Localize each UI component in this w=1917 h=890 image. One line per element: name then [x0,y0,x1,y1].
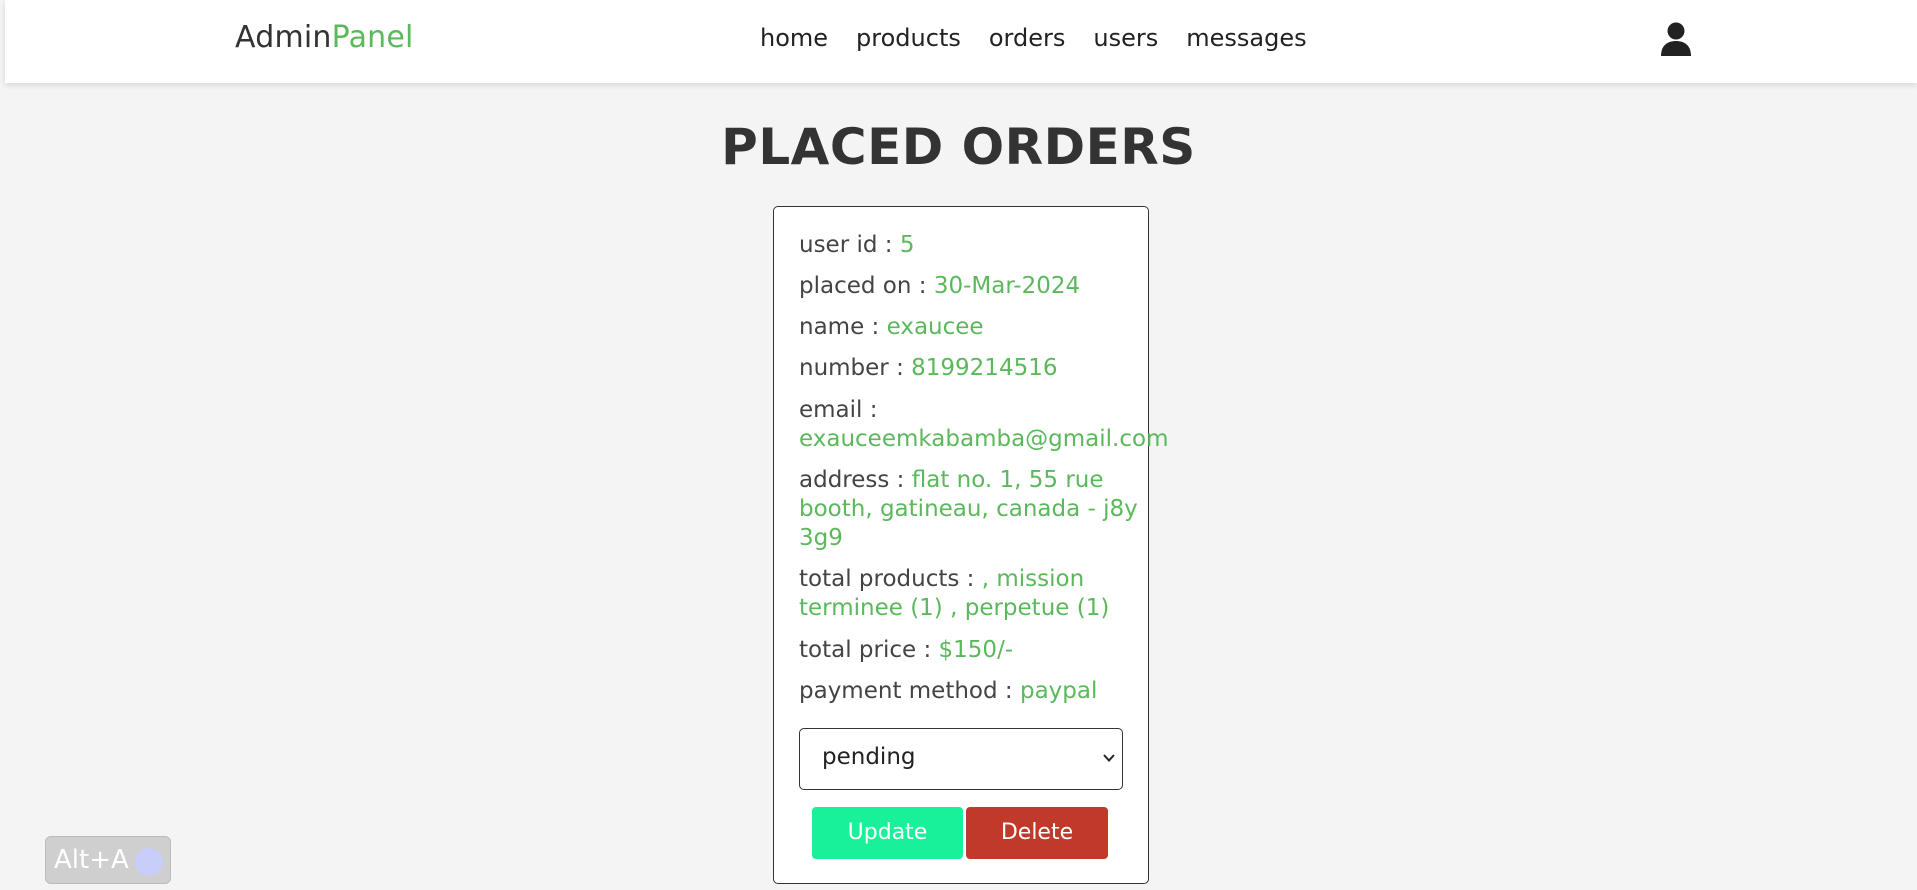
logo-main: Admin [235,20,332,55]
nav-orders[interactable]: orders [989,24,1066,52]
logo[interactable]: AdminPanel [235,20,414,55]
user-id-row: user id : 5 [799,231,914,260]
placed-on-value: 30-Mar-2024 [933,273,1081,299]
nav-users[interactable]: users [1093,24,1158,52]
number-value: 8199214516 [911,355,1058,381]
user-icon[interactable] [1660,22,1692,56]
name-value: exaucee [886,314,984,340]
nav-messages[interactable]: messages [1186,24,1306,52]
payment-method-label: payment method : [799,678,1020,704]
number-label: number : [799,355,912,381]
chevron-down-icon [1103,754,1115,762]
payment-method-value: paypal [1019,678,1098,704]
address-label: address : [799,467,912,493]
total-products-row: total products : , mission terminee (1) … [799,565,1139,623]
order-status-select[interactable]: pending [799,728,1123,790]
email-label: email : [799,397,878,423]
page-title: PLACED ORDERS [721,118,1196,176]
shortcut-label: Alt+A [54,845,129,875]
voice-icon [135,848,163,876]
placed-on-row: placed on : 30-Mar-2024 [799,272,1080,301]
header: AdminPanel home products orders users me… [5,0,1917,83]
name-label: name : [799,314,887,340]
shortcut-badge[interactable]: Alt+A [45,836,171,884]
email-value: exauceemkabamba@gmail.com [799,426,1169,452]
update-button[interactable]: Update [812,807,963,859]
order-status-value: pending [822,744,916,770]
number-row: number : 8199214516 [799,354,1057,383]
delete-button[interactable]: Delete [966,807,1108,859]
nav-products[interactable]: products [856,24,961,52]
nav-home[interactable]: home [760,24,828,52]
total-price-label: total price : [799,637,939,663]
total-products-label: total products : [799,566,982,592]
total-price-row: total price : $150/- [799,636,1013,665]
total-price-value: $150/- [938,637,1014,663]
payment-method-row: payment method : paypal [799,677,1097,706]
main-nav: home products orders users messages [760,24,1335,52]
address-row: address : flat no. 1, 55 rue booth, gati… [799,466,1139,553]
user-id-value: 5 [899,232,915,258]
placed-on-label: placed on : [799,273,934,299]
name-row: name : exaucee [799,313,984,342]
order-card: user id : 5 placed on : 30-Mar-2024 name… [773,206,1169,884]
email-row: email : exauceemkabamba@gmail.com [799,396,1169,454]
user-id-label: user id : [799,232,900,258]
logo-accent: Panel [331,20,414,55]
